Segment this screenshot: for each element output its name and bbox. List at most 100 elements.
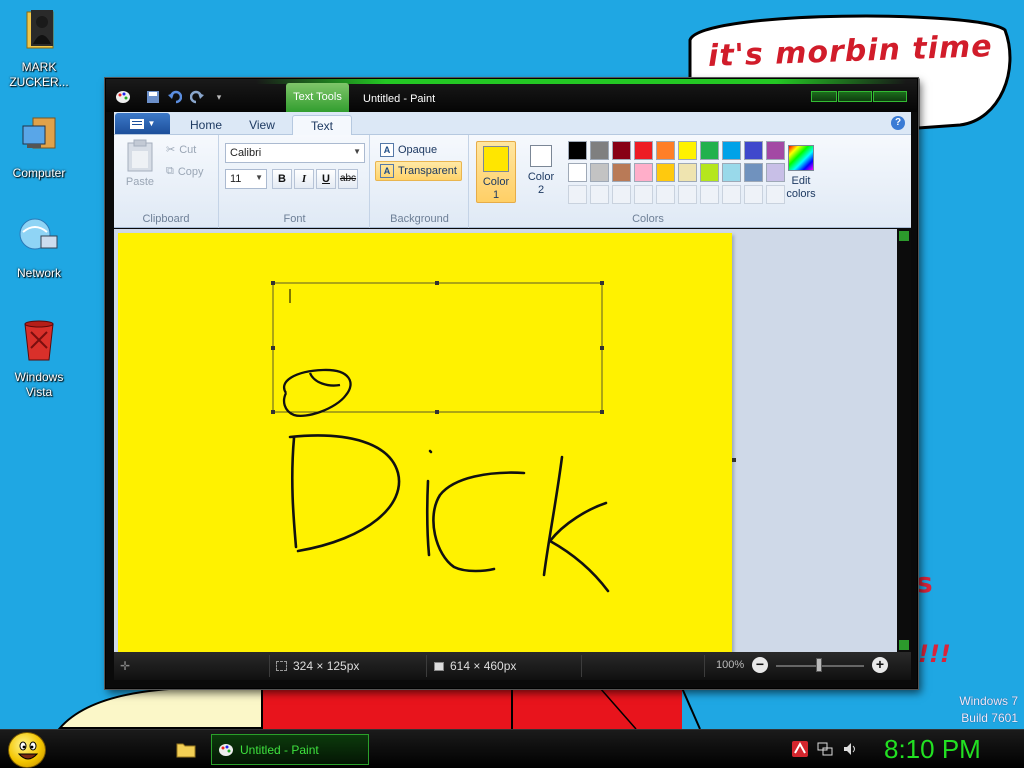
paint-app-icon[interactable] bbox=[114, 89, 132, 105]
desktop-side-text: s bbox=[916, 566, 933, 599]
color1-swatch bbox=[483, 146, 509, 172]
palette-swatch[interactable] bbox=[590, 163, 609, 182]
font-group: Calibri ▼ 11 ▼ B I U abc Font bbox=[220, 135, 370, 228]
maximize-button[interactable] bbox=[838, 91, 872, 102]
custom-color-slot[interactable] bbox=[678, 185, 697, 204]
title-bar[interactable]: ▾ Text Tools Untitled - Paint bbox=[106, 79, 917, 113]
font-family-select[interactable]: Calibri ▼ bbox=[225, 143, 365, 163]
paste-button[interactable]: Paste bbox=[122, 139, 158, 188]
palette-swatch[interactable] bbox=[656, 163, 675, 182]
background-group-label: Background bbox=[390, 213, 449, 225]
font-size-select[interactable]: 11 ▼ bbox=[225, 169, 267, 189]
underline-button[interactable]: U bbox=[316, 169, 336, 189]
palette-swatch[interactable] bbox=[634, 141, 653, 160]
desktop-icon-computer[interactable]: Computer bbox=[1, 114, 77, 181]
custom-color-slot[interactable] bbox=[744, 185, 763, 204]
window-controls bbox=[810, 91, 907, 102]
text-box-selection[interactable] bbox=[272, 282, 603, 413]
palette-swatch[interactable] bbox=[590, 141, 609, 160]
desktop-icon-recycle-bin[interactable]: Windows Vista bbox=[1, 318, 77, 400]
desktop-icon-network[interactable]: Network bbox=[1, 214, 77, 281]
palette-swatch[interactable] bbox=[568, 163, 587, 182]
vertical-scrollbar[interactable] bbox=[897, 229, 911, 652]
chevron-down-icon: ▼ bbox=[353, 147, 361, 156]
undo-icon[interactable] bbox=[166, 89, 184, 105]
desktop-side-exclaim: !!! bbox=[918, 640, 951, 668]
colors-group-label: Colors bbox=[632, 213, 664, 225]
strikethrough-button[interactable]: abc bbox=[338, 169, 358, 189]
color1-button[interactable]: Color 1 bbox=[476, 141, 516, 203]
folder-icon[interactable] bbox=[176, 740, 196, 758]
palette-swatch[interactable] bbox=[700, 141, 719, 160]
palette-swatch[interactable] bbox=[722, 163, 741, 182]
canvas-drawing bbox=[271, 281, 610, 593]
save-icon[interactable] bbox=[144, 89, 162, 105]
custom-color-slot[interactable] bbox=[700, 185, 719, 204]
scroll-down-arrow[interactable] bbox=[899, 640, 909, 650]
drawing-canvas[interactable] bbox=[118, 233, 732, 652]
palette-swatch[interactable] bbox=[678, 141, 697, 160]
opaque-label: Opaque bbox=[398, 144, 438, 156]
color1-label-line1: Color bbox=[482, 176, 510, 188]
palette-swatch[interactable] bbox=[612, 141, 631, 160]
palette-swatch[interactable] bbox=[612, 163, 631, 182]
scissors-icon: ✂ bbox=[166, 144, 176, 156]
zoom-out-button[interactable]: − bbox=[752, 657, 768, 673]
paint-app-icon bbox=[219, 743, 233, 756]
antivirus-tray-icon[interactable] bbox=[792, 741, 808, 757]
opaque-button[interactable]: A Opaque bbox=[376, 140, 441, 160]
menu-icon bbox=[129, 118, 144, 129]
tab-text[interactable]: Text bbox=[292, 115, 352, 136]
desktop-icon-user-folder[interactable]: MARK ZUCKER... bbox=[1, 8, 77, 90]
os-watermark: Windows 7 Build 7601 bbox=[959, 694, 1018, 725]
font-family-value: Calibri bbox=[230, 147, 262, 159]
tab-view[interactable]: View bbox=[236, 115, 288, 135]
custom-color-slot[interactable] bbox=[590, 185, 609, 204]
canvas-resize-handle[interactable] bbox=[732, 458, 736, 462]
crosshair-icon: ✛ bbox=[120, 659, 131, 673]
clipboard-group-label: Clipboard bbox=[142, 213, 190, 225]
volume-tray-icon[interactable] bbox=[842, 741, 858, 757]
watermark-line1: Windows 7 bbox=[959, 694, 1018, 708]
drawn-word-dick bbox=[288, 434, 610, 593]
custom-color-slot[interactable] bbox=[722, 185, 741, 204]
palette-swatch[interactable] bbox=[700, 163, 719, 182]
cartoon-arm bbox=[57, 687, 263, 729]
paint-menu-button[interactable]: ▼ bbox=[115, 113, 170, 134]
palette-swatch[interactable] bbox=[634, 163, 653, 182]
italic-button[interactable]: I bbox=[294, 169, 314, 189]
network-tray-icon[interactable] bbox=[817, 741, 833, 757]
text-tools-contextual-tab: Text Tools bbox=[286, 83, 349, 113]
custom-color-slot[interactable] bbox=[634, 185, 653, 204]
customize-qat-icon[interactable]: ▾ bbox=[210, 89, 228, 105]
start-button[interactable] bbox=[8, 732, 46, 768]
palette-swatch[interactable] bbox=[656, 141, 675, 160]
scroll-up-arrow[interactable] bbox=[899, 231, 909, 241]
palette-swatch[interactable] bbox=[744, 163, 763, 182]
cut-button[interactable]: ✂ Cut bbox=[166, 143, 196, 157]
palette-swatch[interactable] bbox=[744, 141, 763, 160]
taskbar-paint-button[interactable]: Untitled - Paint bbox=[211, 734, 369, 765]
bold-button[interactable]: B bbox=[272, 169, 292, 189]
custom-color-slot[interactable] bbox=[656, 185, 675, 204]
zoom-in-button[interactable]: + bbox=[872, 657, 888, 673]
custom-color-slot[interactable] bbox=[568, 185, 587, 204]
minimize-button[interactable] bbox=[811, 91, 837, 102]
taskbar-clock[interactable]: 8:10 PM bbox=[884, 734, 981, 765]
color2-button[interactable]: Color 2 bbox=[521, 141, 561, 203]
resize-handles[interactable] bbox=[271, 281, 604, 414]
transparent-button[interactable]: A Transparent bbox=[375, 161, 462, 181]
redo-icon[interactable] bbox=[188, 89, 206, 105]
chevron-down-icon: ▼ bbox=[147, 119, 156, 128]
help-icon[interactable]: ? bbox=[891, 116, 905, 130]
copy-button[interactable]: ⧉ Copy bbox=[166, 165, 204, 178]
close-button[interactable] bbox=[873, 91, 907, 102]
custom-color-slot[interactable] bbox=[612, 185, 631, 204]
palette-swatch[interactable] bbox=[568, 141, 587, 160]
palette-swatch[interactable] bbox=[678, 163, 697, 182]
zoom-slider-thumb[interactable] bbox=[816, 658, 822, 672]
smiley-icon bbox=[17, 741, 39, 760]
palette-swatch[interactable] bbox=[722, 141, 741, 160]
edit-colors-button[interactable]: Edit colors bbox=[783, 143, 819, 205]
tab-home[interactable]: Home bbox=[178, 115, 234, 135]
